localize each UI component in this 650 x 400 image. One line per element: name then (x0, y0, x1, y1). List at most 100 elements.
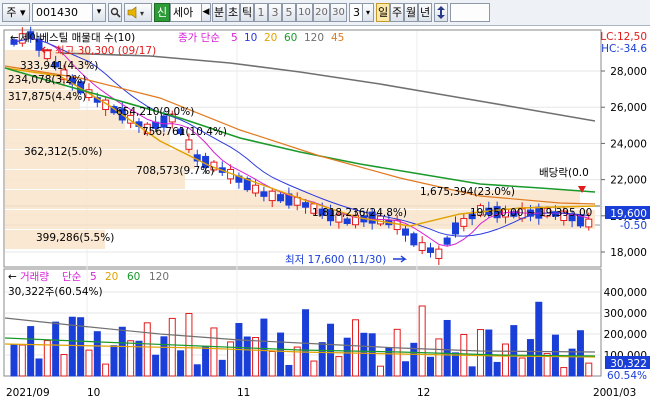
profile-bar-label: 756,761(10.4%) (142, 126, 227, 138)
volume-bar (52, 321, 60, 377)
volume-bar (285, 364, 293, 377)
interval-minute[interactable]: 분 (212, 3, 226, 22)
volume-legend-title: 거래량 (20, 271, 49, 283)
limit-low-label: LC:12,50 (600, 31, 647, 43)
candle-body (418, 242, 426, 251)
volume-bar (152, 354, 160, 377)
volume-bar (10, 344, 18, 377)
volume-legend-current: 30,322주(60.54%) (8, 286, 103, 298)
candle-body (427, 247, 434, 253)
interval-10[interactable]: 10 (296, 3, 313, 22)
range-label: 19,350.00 ~ 19,395.00 (470, 207, 592, 219)
toolbar-blank-input[interactable] (450, 3, 490, 22)
search-icon[interactable] (108, 3, 122, 22)
volume-bar (252, 337, 260, 377)
volume-tick-label: 400,000 (604, 287, 647, 299)
x-axis-label: 2021/09 (6, 387, 50, 399)
stock-short-name: 세아 (173, 6, 194, 19)
volume-bar (185, 312, 193, 377)
market-select[interactable]: 주 ▾ (2, 3, 30, 22)
volume-bar (501, 343, 509, 377)
volume-bar (352, 319, 360, 377)
price-legend-ma-period: 60 (284, 32, 297, 44)
volume-bar (160, 336, 168, 377)
volume-bar (18, 344, 26, 377)
low-annotation: 최저 17,600 (11/30) (285, 254, 386, 266)
volume-bar (143, 322, 151, 377)
current-volume-label: 30,322 (610, 358, 647, 370)
period-day[interactable]: 일 (376, 3, 390, 22)
volume-bar (451, 352, 459, 377)
profile-bar-label: 317,875(4.4%) (8, 91, 86, 103)
volume-legend-ma-period: 120 (149, 271, 169, 283)
candle-body (402, 228, 410, 236)
candle-body (268, 190, 276, 202)
price-tick-label: 22,000 (610, 175, 647, 187)
prev-stock-icon[interactable]: ◀ (201, 3, 211, 22)
profile-bar-label: 234,078(3.2%) (8, 74, 86, 86)
period-year[interactable]: 년 (418, 3, 432, 22)
market-label: 주 (6, 6, 17, 19)
interval-spin-icon[interactable]: ▾ (362, 3, 374, 22)
volume-bar (310, 360, 318, 377)
interval-second[interactable]: 초 (226, 3, 240, 22)
price-legend-ma-label: 종가 단순 (178, 32, 220, 44)
volume-bar (43, 340, 51, 377)
candle-body (43, 50, 51, 60)
price-tick-label: 26,000 (610, 102, 647, 114)
volume-bar (393, 328, 401, 377)
interval-1[interactable]: 1 (254, 3, 268, 22)
volume-legend-ma-period: 60 (127, 271, 140, 283)
volume-bar (210, 327, 218, 377)
price-tick-label: 18,000 (610, 247, 647, 259)
volume-bar (27, 326, 35, 377)
sound-icon[interactable]: ▾ (124, 3, 152, 22)
period-month[interactable]: 월 (404, 3, 418, 22)
x-axis-label: 01/03 (606, 387, 636, 399)
candle-body (585, 218, 593, 228)
volume-bar (518, 357, 526, 377)
volume-bar (585, 362, 593, 377)
volume-bar (427, 356, 434, 377)
volume-bar (576, 330, 584, 377)
price-legend-ma-period: 10 (244, 32, 257, 44)
candle-body (443, 237, 451, 245)
interval-30[interactable]: 30 (330, 3, 347, 22)
volume-bar (268, 350, 276, 377)
period-week[interactable]: 주 (390, 3, 404, 22)
interval-3[interactable]: 3 (268, 3, 282, 22)
stock-chart[interactable]: 28,00026,00024,00022,00020,00018,000400,… (0, 26, 650, 400)
code-dropdown-icon[interactable]: ▾ (92, 3, 106, 22)
current-price-label: 19,600 (610, 208, 647, 220)
interval-20[interactable]: 20 (313, 3, 330, 22)
candle-body (451, 222, 459, 235)
volume-bar (177, 350, 185, 377)
volume-legend-ma-period: 20 (105, 271, 118, 283)
volume-legend-ma-period: 5 (90, 271, 97, 283)
price-legend-ma-period: 45 (331, 32, 344, 44)
volume-bar (476, 329, 484, 377)
x-axis-label: 20 (593, 387, 606, 399)
new-badge-icon[interactable]: 신 (154, 3, 170, 22)
volume-bar (377, 365, 385, 377)
profile-bar-label: 399,286(5.5%) (36, 232, 114, 244)
profile-bar-label: 708,573(9.7%) (136, 165, 214, 177)
volume-bar (485, 329, 493, 377)
candle-body (410, 233, 418, 246)
x-axis-label: 10 (87, 387, 100, 399)
x-axis-label: 12 (417, 387, 430, 399)
interval-tick[interactable]: 틱 (240, 3, 254, 22)
volume-bar (102, 363, 110, 377)
interval-5[interactable]: 5 (282, 3, 296, 22)
limit-high-label: HC:-34.6 (601, 43, 647, 55)
profile-label-1: 1,675,394(23.0%) (420, 186, 515, 198)
volume-bar (493, 361, 501, 377)
scroll-updown-icon[interactable] (434, 3, 448, 22)
candle-body (302, 202, 310, 208)
volume-bar (568, 348, 576, 377)
volume-bar (110, 345, 118, 377)
volume-bar (35, 358, 43, 377)
price-legend-ma-period: 120 (304, 32, 324, 44)
price-legend-ma-period: 20 (264, 32, 277, 44)
current-change-label: -0.50 (620, 220, 647, 232)
